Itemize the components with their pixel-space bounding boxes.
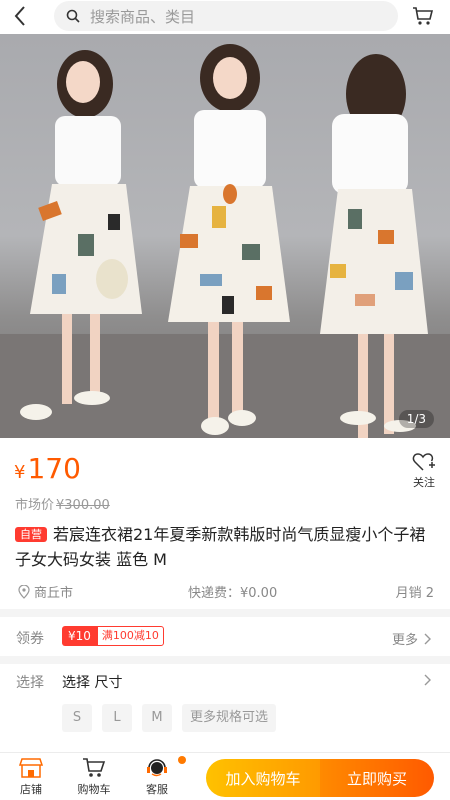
chevron-left-icon [14, 6, 25, 26]
headset-icon [147, 759, 167, 777]
coupon-more-label: 更多 [391, 633, 418, 648]
more-specs-option[interactable]: 更多规格可选 [182, 704, 277, 732]
notification-dot [178, 756, 186, 764]
price-currency: ¥ [14, 462, 26, 483]
spec-option[interactable]: M [142, 704, 172, 732]
add-to-cart-button[interactable]: 加入购物车 [206, 759, 320, 797]
spec-select-row[interactable]: 选择 选择 尺寸 S L M 更多规格可选 [0, 664, 450, 746]
cart-icon [413, 7, 434, 25]
cart-icon [83, 758, 106, 777]
price-amount: 170 [27, 452, 81, 485]
market-price-label: 市场价 [15, 498, 55, 513]
follow-button[interactable]: 关注 [404, 452, 444, 490]
coupon-rule: 满100减10 [96, 626, 164, 646]
back-button[interactable] [6, 3, 34, 29]
search-placeholder: 搜索商品、类目 [90, 7, 196, 26]
product-title: 自营 若宸连衣裙21年夏季新款韩版时尚气质显瘦小个子裙子女大码女装 蓝色 M [15, 522, 440, 572]
coupon-tag[interactable]: ¥10 满100减10 [62, 626, 164, 646]
buy-now-button[interactable]: 立即购买 [320, 759, 434, 797]
chevron-right-icon [424, 674, 431, 686]
product-meta: 商丘市 快递费：¥0.00 月销 2 [0, 582, 450, 604]
coupon-amount: ¥10 [62, 626, 97, 646]
coupon-more[interactable]: 更多 [392, 629, 432, 648]
spec-option[interactable]: S [62, 704, 92, 732]
product-image-gallery[interactable]: 1/3 [0, 34, 450, 438]
follow-label: 关注 [413, 476, 435, 489]
store-icon [19, 758, 43, 778]
product-title-text: 若宸连衣裙21年夏季新款韩版时尚气质显瘦小个子裙子女大码女装 蓝色 M [15, 525, 426, 569]
product-photo [0, 44, 450, 438]
bottom-action-bar: 店铺 购物车 客服 加入购物车 立即购买 [0, 752, 450, 800]
coupon-row[interactable]: 领券 ¥10 满100减10 更多 [0, 620, 450, 656]
image-counter: 1/3 [398, 410, 434, 428]
service-label: 客服 [146, 783, 168, 796]
top-bar: 搜索商品、类目 [0, 0, 450, 32]
location-pin-icon [18, 584, 30, 599]
monthly-sales: 月销 2 [395, 586, 434, 601]
cart-tab[interactable]: 购物车 [70, 757, 118, 797]
heart-plus-icon [412, 453, 435, 471]
chevron-right-icon [424, 633, 431, 644]
section-divider [0, 609, 450, 617]
search-input[interactable]: 搜索商品、类目 [54, 1, 398, 31]
coupon-label: 领券 [16, 631, 44, 647]
customer-service-tab[interactable]: 客服 [133, 757, 181, 797]
shipping-fee: 快递费：¥0.00 [188, 586, 278, 601]
market-price-value: ¥300.00 [56, 498, 110, 513]
self-operated-badge: 自营 [15, 527, 47, 542]
cart-label: 购物车 [77, 783, 111, 796]
spec-option[interactable]: L [102, 704, 132, 732]
cart-button[interactable] [410, 4, 436, 28]
location: 商丘市 [17, 582, 73, 601]
spec-options: S L M 更多规格可选 [62, 704, 277, 732]
select-spec-text: 选择 尺寸 [62, 675, 123, 691]
location-text: 商丘市 [34, 586, 74, 601]
store-label: 店铺 [20, 783, 42, 796]
search-icon [66, 8, 82, 24]
market-price: 市场价 ¥300.00 [15, 494, 110, 513]
select-label: 选择 [16, 675, 44, 691]
price: ¥ 170 [14, 452, 81, 485]
section-divider [0, 656, 450, 664]
store-tab[interactable]: 店铺 [7, 757, 55, 797]
